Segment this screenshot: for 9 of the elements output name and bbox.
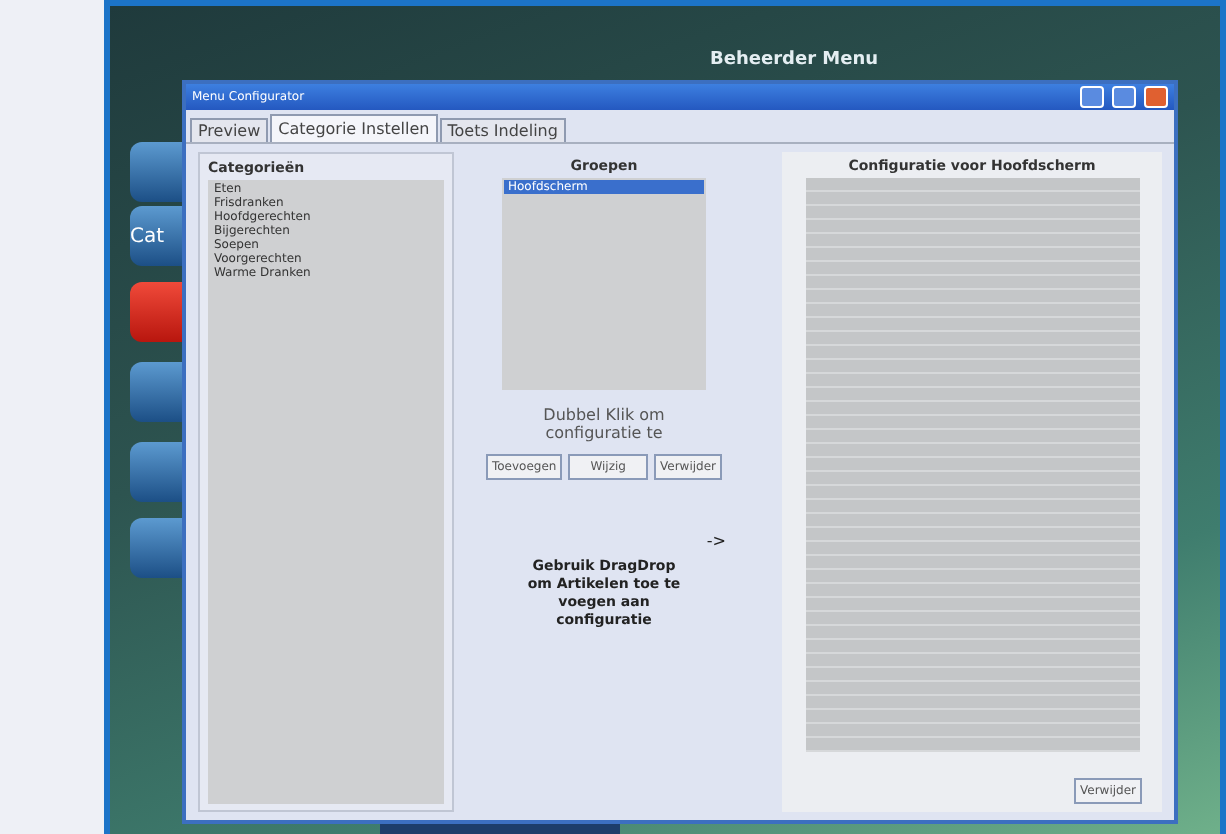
minimize-button[interactable] — [1080, 86, 1104, 108]
hint-text: Dubbel Klik om configuratie te — [541, 406, 667, 442]
tab[interactable]: Preview — [190, 118, 269, 142]
tab[interactable]: Categorie Instellen — [270, 114, 438, 142]
maximize-button[interactable] — [1112, 86, 1136, 108]
arrow-text: -> — [706, 532, 726, 550]
app-title: Beheerder Menu — [710, 50, 879, 70]
close-button[interactable] — [1144, 86, 1168, 108]
tab[interactable]: Toets Indeling — [439, 118, 566, 142]
